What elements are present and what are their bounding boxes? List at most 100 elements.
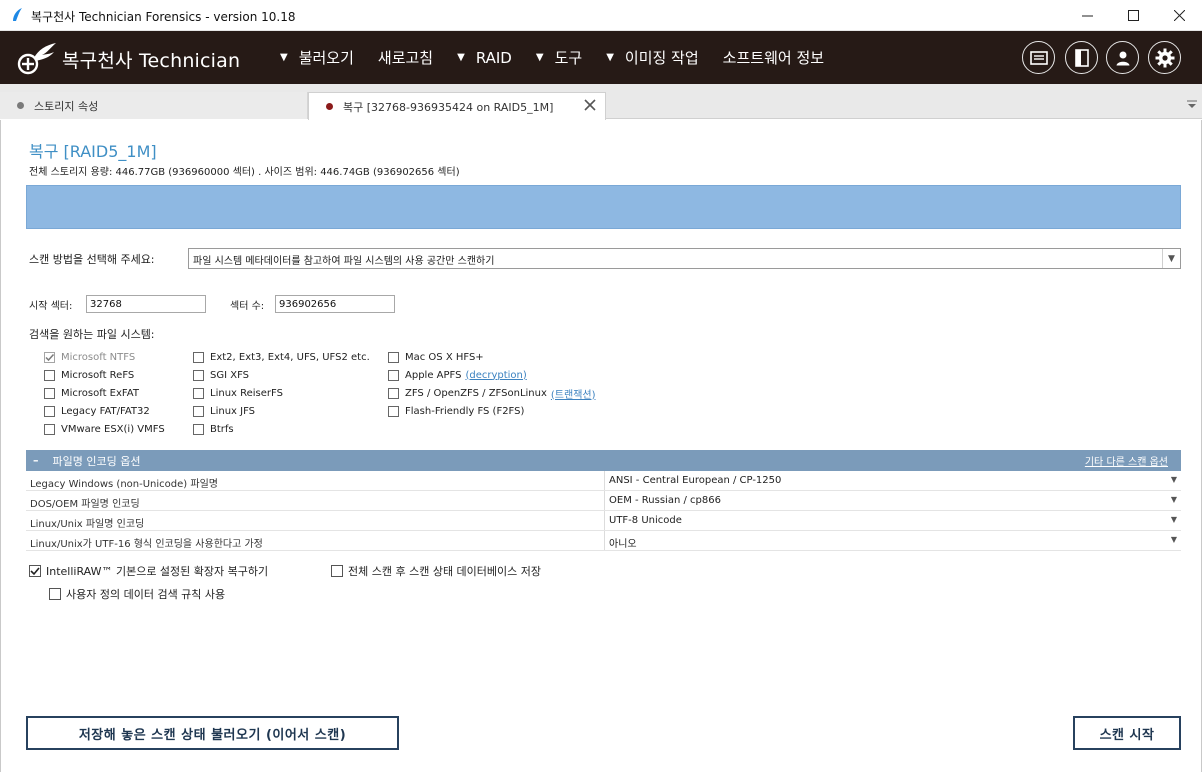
save-db-checkbox[interactable]: 전체 스캔 후 스캔 상태 데이터베이스 저장 — [331, 563, 541, 579]
encoding-row: Legacy Windows (non-Unicode) 파일명 ANSI - … — [26, 471, 1181, 491]
fs-checkbox-hfs[interactable]: Mac OS X HFS+ — [388, 350, 484, 364]
checkbox — [29, 565, 41, 577]
account-button[interactable] — [1106, 41, 1139, 74]
fs-checkbox-refs[interactable]: Microsoft ReFS — [44, 368, 134, 382]
menu-refresh[interactable]: 새로고침 — [378, 31, 433, 84]
fs-checkbox-f2fs[interactable]: Flash-Friendly FS (F2FS) — [388, 404, 524, 418]
load-scan-state-button[interactable]: 저장해 놓은 스캔 상태 불러오기 (이어서 스캔) — [26, 716, 399, 750]
chevron-down-icon: ▼ — [1170, 495, 1177, 504]
menu-imaging[interactable]: ▼ 이미징 작업 — [606, 31, 698, 84]
fs-checkbox-xfs[interactable]: SGI XFS — [193, 368, 249, 382]
collapse-icon[interactable]: – — [33, 454, 39, 467]
encoding-row: DOS/OEM 파일명 인코딩 OEM - Russian / cp866 ▼ — [26, 491, 1181, 511]
menu-tools[interactable]: ▼ 도구 — [536, 31, 582, 84]
log-icon — [1029, 50, 1048, 65]
checkbox — [388, 387, 399, 399]
close-window-button[interactable] — [1156, 0, 1202, 31]
chevron-down-icon: ▼ — [1170, 515, 1177, 524]
page-title: 복구 [RAID5_1M] — [29, 142, 157, 161]
sector-count-input[interactable] — [275, 295, 395, 313]
checkbox — [44, 387, 55, 399]
panel-icon — [1074, 48, 1089, 67]
encoding-section-header[interactable]: – 파일명 인코딩 옵션 기타 다른 스캔 옵션 — [26, 450, 1181, 471]
apfs-decryption-link[interactable]: (decryption) — [465, 370, 526, 381]
account-icon — [1116, 51, 1129, 65]
chevron-down-icon: ▼ — [1162, 249, 1180, 268]
filesystems-heading: 검색을 원하는 파일 시스템: — [29, 328, 155, 341]
fs-checkbox-fat[interactable]: Legacy FAT/FAT32 — [44, 404, 150, 418]
fs-checkbox-vmfs[interactable]: VMware ESX(i) VMFS — [44, 422, 165, 436]
menu-about[interactable]: 소프트웨어 정보 — [723, 31, 824, 84]
encoding-table: Legacy Windows (non-Unicode) 파일명 ANSI - … — [26, 471, 1181, 551]
capacity-info: 전체 스토리지 용량: 446.77GB (936960000 섹터) . 사이… — [29, 167, 460, 178]
angel-logo-icon — [17, 43, 56, 75]
recovery-panel: 복구 [RAID5_1M] 전체 스토리지 용량: 446.77GB (9369… — [0, 120, 1202, 772]
app-header: 복구천사 Technician ▼ 불러오기 새로고침 ▼ RAID ▼ 도구 ▼ 이미… — [0, 31, 1202, 84]
storage-map-bar[interactable] — [26, 185, 1181, 229]
settings-button[interactable] — [1148, 41, 1181, 74]
chevron-down-icon: ▼ — [1170, 475, 1177, 484]
checkbox — [193, 369, 204, 381]
window-title: 복구천사 Technician Forensics - version 10.1… — [31, 10, 296, 24]
chevron-down-icon: ▼ — [1170, 535, 1177, 544]
fs-checkbox-zfs[interactable]: ZFS / OpenZFS / ZFSonLinux (트랜잭션) — [388, 386, 596, 401]
fs-checkbox-exfat[interactable]: Microsoft ExFAT — [44, 386, 139, 400]
encoding-select[interactable]: OEM - Russian / cp866 ▼ — [604, 491, 1181, 510]
checkbox — [331, 565, 343, 577]
fs-checkbox-jfs[interactable]: Linux JFS — [193, 404, 255, 418]
checkbox — [44, 405, 55, 417]
start-scan-button[interactable]: 스캔 시작 — [1073, 716, 1181, 750]
intelliraw-checkbox[interactable]: IntelliRAW™ 기본으로 설정된 확장자 복구하기 — [29, 563, 268, 579]
dropdown-triangle-icon: ▼ — [535, 52, 544, 63]
dropdown-triangle-icon: ▼ — [457, 52, 465, 63]
fs-checkbox-btrfs[interactable]: Btrfs — [193, 422, 234, 436]
tab-recovery[interactable]: 복구 [32768-936935424 on RAID5_1M] — [308, 92, 606, 120]
maximize-button[interactable] — [1110, 0, 1156, 31]
checkmark-icon — [45, 353, 55, 361]
start-sector-input[interactable] — [86, 295, 206, 313]
panel-button[interactable] — [1065, 41, 1098, 74]
title-bar: 복구천사 Technician Forensics - version 10.1… — [0, 0, 1202, 31]
checkbox — [44, 369, 55, 381]
checkbox — [193, 423, 204, 435]
tab-storage-properties[interactable]: 스토리지 속성 — [0, 92, 308, 119]
fs-checkbox-apfs[interactable]: Apple APFS (decryption) — [388, 368, 527, 382]
start-sector-label: 시작 섹터: — [29, 301, 73, 312]
checkbox — [193, 387, 204, 399]
scan-method-label: 스캔 방법을 선택해 주세요: — [29, 253, 155, 266]
checkbox — [193, 351, 204, 363]
tab-status-dot — [326, 103, 333, 110]
checkbox — [388, 351, 399, 363]
fs-checkbox-ntfs[interactable]: Microsoft NTFS — [44, 350, 135, 364]
checkbox — [44, 423, 55, 435]
fs-checkbox-reiserfs[interactable]: Linux ReiserFS — [193, 386, 283, 400]
dropdown-triangle-icon: ▼ — [280, 52, 288, 63]
zfs-transaction-link[interactable]: (트랜잭션) — [551, 386, 596, 401]
tab-list-menu-icon[interactable] — [1186, 99, 1198, 109]
checkmark-icon — [30, 567, 40, 576]
encoding-select[interactable]: 아니오 ▼ — [604, 531, 1181, 550]
checkbox — [193, 405, 204, 417]
brand-name: 복구천사 Technician — [62, 50, 241, 72]
scan-method-select[interactable]: 파일 시스템 메타데이터를 참고하여 파일 시스템의 사용 공간만 스캔하기 ▼ — [188, 248, 1181, 269]
close-icon — [1173, 10, 1185, 21]
checkbox — [388, 405, 399, 417]
menu-open[interactable]: ▼ 불러오기 — [280, 31, 354, 84]
menu-raid[interactable]: ▼ RAID — [457, 31, 512, 84]
checkbox — [388, 369, 399, 381]
encoding-select[interactable]: UTF-8 Unicode ▼ — [604, 511, 1181, 530]
tab-status-dot — [17, 102, 24, 109]
custom-rules-checkbox[interactable]: 사용자 정의 데이터 검색 규칙 사용 — [49, 586, 225, 602]
encoding-select[interactable]: ANSI - Central European / CP-1250 ▼ — [604, 471, 1181, 490]
maximize-icon — [1127, 10, 1139, 21]
settings-icon — [1155, 48, 1174, 67]
log-button[interactable] — [1022, 41, 1055, 74]
dropdown-triangle-icon: ▼ — [606, 52, 614, 63]
close-tab-icon[interactable] — [583, 98, 597, 112]
app-icon — [13, 8, 22, 21]
minimize-button[interactable] — [1064, 0, 1110, 31]
fs-checkbox-ext[interactable]: Ext2, Ext3, Ext4, UFS, UFS2 etc. — [193, 350, 370, 364]
main-menu: ▼ 불러오기 새로고침 ▼ RAID ▼ 도구 ▼ 이미징 작업 소프트웨어 정보 — [280, 31, 848, 84]
other-scan-options-link[interactable]: 기타 다른 스캔 옵션 — [1085, 453, 1168, 468]
encoding-row: Linux/Unix가 UTF-16 형식 인코딩을 사용한다고 가정 아니오 ▼ — [26, 531, 1181, 551]
